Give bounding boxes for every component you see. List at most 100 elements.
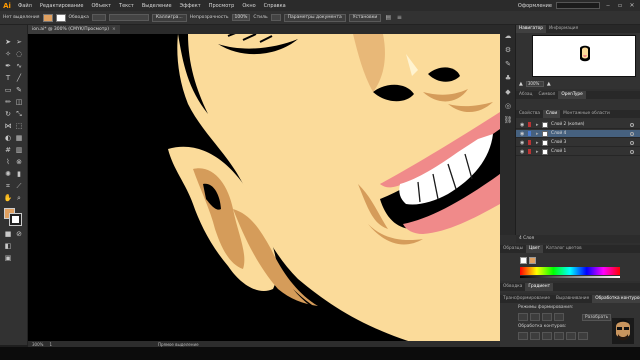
eye-icon[interactable]: ◉ bbox=[520, 149, 524, 155]
navigator-zoom-field[interactable]: 300% bbox=[525, 81, 544, 87]
color-spectrum[interactable] bbox=[520, 267, 620, 275]
menu-object[interactable]: Объект bbox=[87, 3, 115, 9]
menu-icon[interactable]: ≡ bbox=[395, 14, 403, 22]
menu-edit[interactable]: Редактирование bbox=[36, 3, 88, 9]
zoom-status[interactable]: 300% bbox=[32, 342, 43, 347]
expand-triangle-icon[interactable]: ▸ bbox=[536, 148, 539, 156]
zoom-out-icon[interactable]: ▲ bbox=[519, 81, 523, 87]
links-icon[interactable]: ⛓ bbox=[503, 115, 513, 125]
none-color-icon[interactable]: ⊘ bbox=[14, 229, 24, 239]
color-mode-icon[interactable]: ■ bbox=[3, 229, 13, 239]
properties-icon[interactable]: ⚙ bbox=[503, 45, 513, 55]
search-input[interactable] bbox=[556, 2, 600, 9]
pen-tool-icon[interactable]: ✒ bbox=[3, 61, 13, 71]
opacity-field[interactable]: 100% bbox=[231, 14, 251, 21]
eyedropper-tool-icon[interactable]: ⌇ bbox=[3, 157, 13, 167]
document-setup-button[interactable]: Параметры документа bbox=[283, 13, 346, 22]
grayscale-ramp[interactable] bbox=[520, 276, 620, 278]
page-status[interactable]: 1 bbox=[49, 342, 52, 347]
document-tab[interactable]: ion.ai* @ 300% (CMYK/Просмотр) × bbox=[28, 25, 120, 34]
slice-tool-icon[interactable]: ⟋ bbox=[14, 181, 24, 191]
tab-gradient[interactable]: Градиент bbox=[525, 283, 554, 291]
fill-swatch[interactable] bbox=[42, 13, 53, 22]
tab-align[interactable]: Выравнивание bbox=[553, 295, 592, 303]
tab-navigator[interactable]: Навигатор bbox=[516, 25, 546, 33]
preferences-button[interactable]: Установки bbox=[348, 13, 382, 22]
menu-view[interactable]: Просмотр bbox=[205, 3, 239, 9]
layer-row[interactable]: ◉ ▸ Слой 4 bbox=[516, 130, 640, 138]
zoom-in-icon[interactable]: ▲ bbox=[547, 81, 551, 87]
lasso-tool-icon[interactable]: ◌ bbox=[14, 49, 24, 59]
trim-button[interactable] bbox=[530, 332, 540, 340]
merge-button[interactable] bbox=[542, 332, 552, 340]
artboard-canvas[interactable] bbox=[28, 34, 500, 341]
expand-triangle-icon[interactable]: ▸ bbox=[536, 139, 539, 147]
lock-icon[interactable] bbox=[528, 140, 531, 145]
tab-info[interactable]: Информация bbox=[546, 25, 581, 33]
variable-width-dropdown[interactable] bbox=[108, 14, 149, 21]
line-tool-icon[interactable]: ╱ bbox=[14, 73, 24, 83]
target-icon[interactable] bbox=[630, 141, 634, 145]
lock-icon[interactable] bbox=[528, 122, 531, 127]
graphic-styles-icon[interactable]: ◆ bbox=[503, 87, 513, 97]
mesh-tool-icon[interactable]: # bbox=[3, 145, 13, 155]
type-tool-icon[interactable]: T bbox=[3, 73, 13, 83]
expand-triangle-icon[interactable]: ▸ bbox=[536, 130, 539, 138]
hand-tool-icon[interactable]: ✋ bbox=[3, 193, 13, 203]
lock-icon[interactable] bbox=[528, 131, 531, 136]
appearance-icon[interactable]: ◎ bbox=[503, 101, 513, 111]
width-tool-icon[interactable]: ⋈ bbox=[3, 121, 13, 131]
pencil-tool-icon[interactable]: ✏ bbox=[3, 97, 13, 107]
blend-tool-icon[interactable]: ⊗ bbox=[14, 157, 24, 167]
tab-transform[interactable]: Трансформирование bbox=[500, 295, 553, 303]
arrange-icon[interactable]: ▤ bbox=[384, 14, 392, 22]
graph-tool-icon[interactable]: ▮ bbox=[14, 169, 24, 179]
tab-pathfinder[interactable]: Обработка контуров bbox=[592, 295, 640, 303]
tab-layers[interactable]: Слои bbox=[543, 110, 561, 118]
target-icon[interactable] bbox=[630, 123, 634, 127]
eye-icon[interactable]: ◉ bbox=[520, 131, 524, 137]
crop-button[interactable] bbox=[554, 332, 564, 340]
close-tab-icon[interactable]: × bbox=[112, 27, 116, 32]
zoom-tool-icon[interactable]: ⌕ bbox=[14, 193, 24, 203]
spectrum-area[interactable] bbox=[500, 267, 640, 279]
tab-stroke[interactable]: Обводка bbox=[500, 283, 525, 291]
symbol-sprayer-icon[interactable]: ✺ bbox=[3, 169, 13, 179]
screen-mode-icon[interactable]: ▣ bbox=[3, 253, 13, 263]
scale-tool-icon[interactable]: ⤡ bbox=[14, 109, 24, 119]
eye-icon[interactable]: ◉ bbox=[520, 122, 524, 128]
color-stroke-preview[interactable] bbox=[529, 257, 536, 264]
rectangle-tool-icon[interactable]: ▭ bbox=[3, 85, 13, 95]
libraries-icon[interactable]: ☁ bbox=[503, 31, 513, 41]
stroke-color-swatch[interactable] bbox=[9, 213, 22, 226]
unite-button[interactable] bbox=[518, 313, 528, 321]
layer-row[interactable]: ◉ ▸ Слой 1 bbox=[516, 148, 640, 156]
close-icon[interactable]: ✕ bbox=[628, 2, 636, 10]
color-fill-preview[interactable] bbox=[520, 257, 527, 264]
minus-front-button[interactable] bbox=[530, 313, 540, 321]
rotate-tool-icon[interactable]: ↻ bbox=[3, 109, 13, 119]
eraser-tool-icon[interactable]: ◫ bbox=[14, 97, 24, 107]
menu-help[interactable]: Справка bbox=[260, 3, 290, 9]
expand-button[interactable]: Разобрать bbox=[582, 314, 612, 321]
menu-window[interactable]: Окно bbox=[238, 3, 259, 9]
menu-file[interactable]: Файл bbox=[14, 3, 36, 9]
tab-properties[interactable]: Свойства bbox=[516, 110, 543, 118]
symbols-icon[interactable]: ♣ bbox=[503, 73, 513, 83]
target-icon[interactable] bbox=[630, 132, 634, 136]
workspace-switcher[interactable]: Оформление bbox=[518, 3, 552, 9]
tab-character[interactable]: Символ bbox=[535, 91, 558, 99]
menu-select[interactable]: Выделение bbox=[138, 3, 176, 9]
artboard-tool-icon[interactable]: ⌗ bbox=[3, 181, 13, 191]
style-dropdown[interactable] bbox=[270, 14, 281, 21]
curvature-tool-icon[interactable]: ∿ bbox=[14, 61, 24, 71]
free-transform-icon[interactable]: ⬚ bbox=[14, 121, 24, 131]
exclude-button[interactable] bbox=[554, 313, 564, 321]
divide-button[interactable] bbox=[518, 332, 528, 340]
layer-row[interactable]: ◉ ▸ Слой 3 bbox=[516, 139, 640, 147]
tab-swatches[interactable]: Образцы bbox=[500, 245, 526, 253]
direct-selection-tool-icon[interactable]: ➢ bbox=[14, 37, 24, 47]
outline-button[interactable] bbox=[566, 332, 576, 340]
tab-paragraph[interactable]: Абзац bbox=[516, 91, 535, 99]
menu-type[interactable]: Текст bbox=[115, 3, 138, 9]
